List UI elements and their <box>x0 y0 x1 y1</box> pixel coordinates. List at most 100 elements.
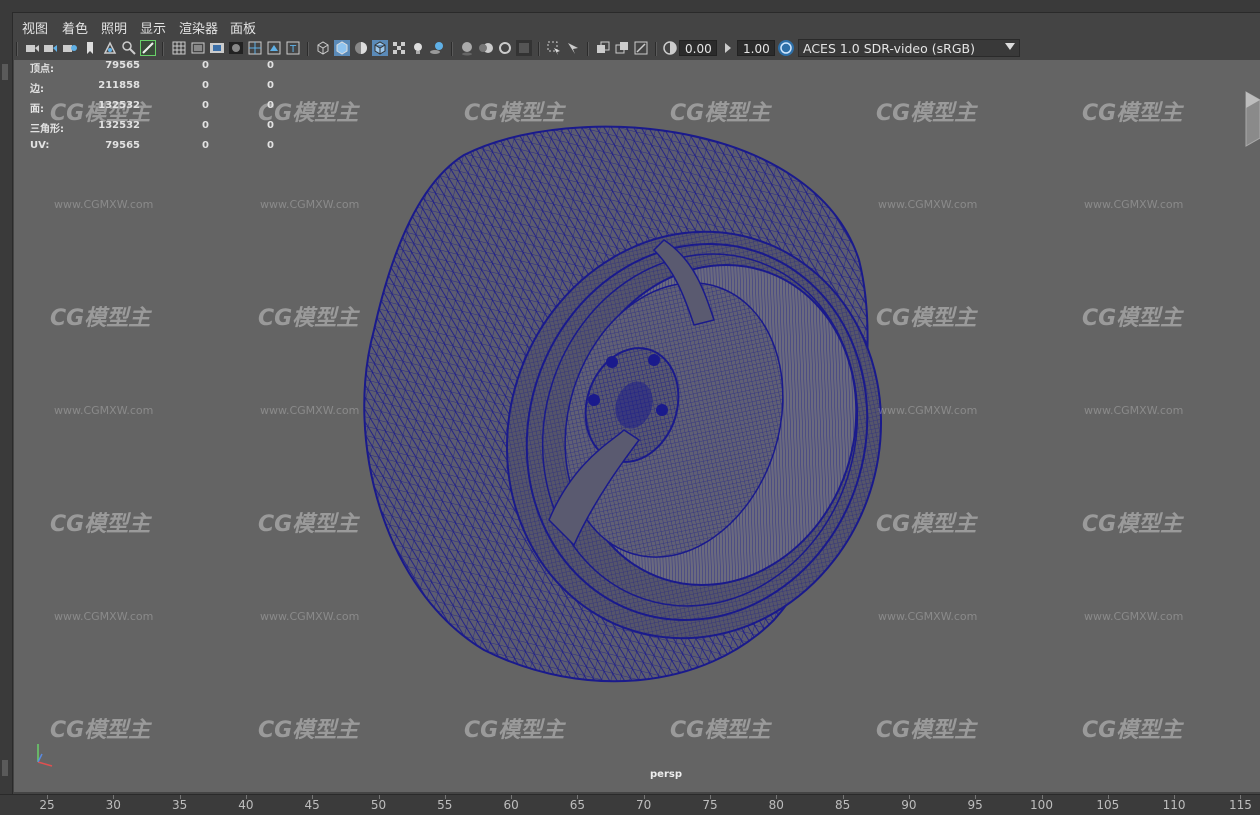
timeline-tick-label: 70 <box>636 798 652 812</box>
motion-blur-icon[interactable] <box>478 40 494 56</box>
smooth-shade-cube-icon[interactable] <box>334 40 350 56</box>
shadows-icon[interactable] <box>429 40 445 56</box>
hud-row-faces: 面: 132532 0 0 <box>30 100 300 120</box>
watermark-logo: CG模型主 <box>670 101 771 126</box>
watermark-logo: CG模型主 <box>50 512 151 537</box>
screen-space-ao-icon[interactable] <box>459 40 475 56</box>
timeline-tick-label: 25 <box>39 798 55 812</box>
camera-name-label: persp <box>650 769 682 780</box>
watermark-url: www.CGMXW.com <box>54 198 154 211</box>
menu-renderer[interactable]: 渲染器 <box>179 18 218 37</box>
gate-mask-icon[interactable] <box>228 40 244 56</box>
two-d-pan-zoom-icon[interactable] <box>102 40 118 56</box>
timeline-tick-label: 65 <box>569 798 586 812</box>
menu-shading[interactable]: 着色 <box>62 18 88 37</box>
wireframe-cube-icon[interactable] <box>315 40 331 56</box>
left-panel-strip <box>0 12 13 794</box>
timeline-tick <box>1107 795 1109 799</box>
panel-edge-handle[interactable] <box>2 760 8 776</box>
timeline-tick <box>47 795 48 799</box>
backface-culling-icon[interactable] <box>633 40 649 56</box>
toolbar-separator <box>307 42 309 56</box>
time-slider-ruler[interactable]: 25 30 35 40 45 50 55 60 65 70 75 80 85 90 95 100 105 110 1… <box>0 794 1260 815</box>
timeline-tick <box>1240 795 1242 799</box>
timeline-tick-label: 115 <box>1228 798 1252 812</box>
exposure-field[interactable]: 0.00 <box>679 40 717 56</box>
timeline-tick-label: 55 <box>437 798 453 812</box>
watermark-logo: CG模型主 <box>1082 718 1183 743</box>
watermark-logo: CG模型主 <box>50 306 151 331</box>
timeline-tick-label: 30 <box>105 798 121 812</box>
timeline-tick <box>577 795 579 799</box>
watermark-logo: CG模型主 <box>876 306 977 331</box>
timeline-tick <box>245 795 247 799</box>
grid-icon[interactable] <box>171 40 187 56</box>
hud-value: 0 <box>267 60 274 71</box>
timeline-tick <box>113 795 115 799</box>
safe-action-icon[interactable] <box>266 40 282 56</box>
watermark-url: www.CGMXW.com <box>1084 404 1184 417</box>
hud-value: 0 <box>267 140 274 151</box>
lights-icon[interactable] <box>410 40 426 56</box>
timeline-tick <box>975 795 977 799</box>
default-material-icon[interactable] <box>353 40 369 56</box>
toolbar-separator <box>16 42 18 56</box>
camera-attributes-icon[interactable] <box>43 40 59 56</box>
gamma-icon[interactable] <box>720 40 736 56</box>
watermark-url: www.CGMXW.com <box>878 198 978 211</box>
watermark-url: www.CGMXW.com <box>878 610 978 623</box>
anti-aliasing-icon[interactable] <box>497 40 513 56</box>
watermark-logo: CG模型主 <box>50 718 151 743</box>
timeline-tick-label: 105 <box>1096 798 1120 812</box>
timeline-tick <box>776 795 778 799</box>
watermark-logo: CG模型主 <box>258 718 359 743</box>
pencil-draw-icon[interactable] <box>140 40 156 56</box>
menu-view[interactable]: 视图 <box>22 18 48 37</box>
timeline-tick <box>179 795 181 799</box>
view-cube[interactable] <box>1232 88 1260 150</box>
view-transform-dropdown[interactable]: ACES 1.0 SDR-video (sRGB) <box>798 39 1020 57</box>
xray-icon[interactable] <box>565 40 581 56</box>
wireframe-on-shaded-icon[interactable] <box>372 40 388 56</box>
bookmarks-icon[interactable] <box>62 40 78 56</box>
textured-icon[interactable] <box>391 40 407 56</box>
watermark-logo: CG模型主 <box>1082 101 1183 126</box>
3d-viewport[interactable]: CG模型主 CG模型主 CG模型主 CG模型主 CG模型主 CG模型主 www.… <box>14 60 1260 792</box>
color-management-icon[interactable] <box>778 40 794 56</box>
timeline-tick-label: 50 <box>370 798 387 812</box>
field-chart-icon[interactable] <box>247 40 263 56</box>
top-panel-strip <box>0 0 1260 13</box>
xray-joints-icon[interactable] <box>595 40 611 56</box>
menu-show[interactable]: 显示 <box>140 18 166 37</box>
grease-pencil-icon[interactable] <box>121 40 137 56</box>
timeline-tick-label: 95 <box>967 798 983 812</box>
resolution-gate-icon[interactable] <box>209 40 225 56</box>
timeline-tick <box>908 795 910 799</box>
safe-title-icon[interactable]: T <box>285 40 301 56</box>
film-gate-icon[interactable] <box>190 40 206 56</box>
gamma-field[interactable]: 1.00 <box>737 40 775 56</box>
timeline-tick <box>378 795 380 799</box>
toolbar-separator <box>587 42 589 56</box>
panel-menubar: 视图 着色 照明 显示 渲染器 面板 <box>14 14 1260 38</box>
select-camera-icon[interactable] <box>24 40 40 56</box>
menu-panels[interactable]: 面板 <box>230 18 256 37</box>
panel-edge-handle[interactable] <box>2 64 8 80</box>
hud-value: 0 <box>267 120 274 131</box>
tire-wireframe-model[interactable] <box>14 60 1260 792</box>
watermark-url: www.CGMXW.com <box>54 610 154 623</box>
toolbar-separator <box>162 42 164 56</box>
watermark-logo: CG模型主 <box>876 101 977 126</box>
timeline-tick <box>842 795 844 799</box>
hud-value: 0 <box>267 80 274 91</box>
menu-lighting[interactable]: 照明 <box>101 18 127 37</box>
toolbar-separator <box>655 42 657 56</box>
isolate-select-icon[interactable] <box>546 40 562 56</box>
hud-row-uvs: UV: 79565 0 0 <box>30 140 300 160</box>
exposure-icon[interactable] <box>662 40 678 56</box>
timeline-tick <box>1041 795 1043 799</box>
depth-of-field-icon[interactable] <box>516 40 532 56</box>
image-plane-icon[interactable] <box>82 40 98 56</box>
xray-active-components-icon[interactable] <box>614 40 630 56</box>
panel-toolbar: T 0.00 1.00 ACES 1.0 SDR-video (sRGB) <box>14 39 1260 59</box>
